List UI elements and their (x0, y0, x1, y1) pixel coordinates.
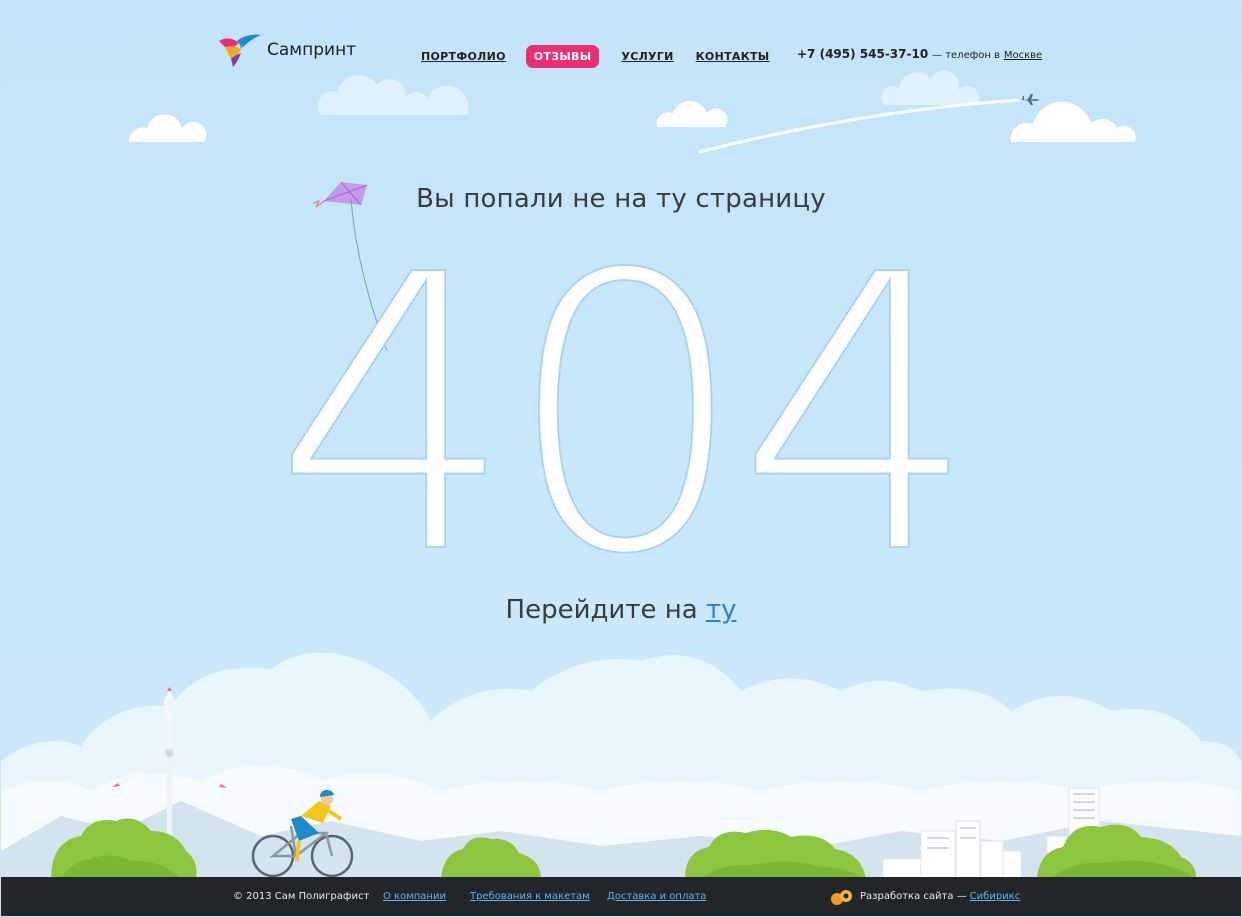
logo[interactable]: Сампринт (217, 31, 356, 69)
nav-reviews[interactable]: ОТЗЫВЫ (525, 45, 600, 68)
footer: © 2013 Сам Полиграфист О компании Требов… (1, 877, 1241, 916)
phone-number: +7 (495) 545-37-10 (797, 47, 929, 61)
city-buildings (882, 787, 1100, 880)
horizon-clouds (1, 652, 1241, 881)
nav-services[interactable]: УСЛУГИ (621, 50, 673, 63)
footer-link-delivery[interactable]: Доставка и оплата (607, 891, 706, 902)
nav-contacts[interactable]: КОНТАКТЫ (696, 50, 770, 63)
phone-caption: — телефон в (932, 50, 1000, 61)
sky-clouds-light (317, 70, 980, 115)
developer-credit: Разработка сайта — Сибирикс (828, 889, 1020, 905)
developer-link[interactable]: Сибирикс (970, 891, 1021, 902)
developer-prefix: Разработка сайта — (860, 891, 967, 902)
city-link[interactable]: Москве (1004, 50, 1042, 61)
error-code-text: 404 (273, 237, 968, 557)
sibirix-logo-icon (831, 889, 852, 905)
windmill-icon (112, 687, 227, 878)
bushes (51, 818, 1197, 879)
page-title: Вы попали не на ту страницу (416, 184, 826, 214)
footer-link-about[interactable]: О компании (383, 891, 446, 902)
bird-logo-icon (219, 34, 261, 67)
nav-portfolio[interactable]: ПОРТФОЛИО (421, 50, 506, 63)
error-code-graphic: 404 (272, 193, 979, 638)
sky-clouds (128, 100, 1136, 142)
error-code: 404 (1, 193, 1241, 638)
cyclist-icon (251, 789, 354, 878)
plane-icon (1021, 94, 1039, 105)
phone-block: +7 (495) 545-37-10 — телефон в Москве (797, 47, 1042, 61)
plane-trail (698, 98, 1020, 154)
page: Сампринт ПОРТФОЛИО ОТЗЫВЫ УСЛУГИ КОНТАКТ… (1, 1, 1241, 916)
redirect-line: Перейдите на ту (1, 595, 1241, 625)
footer-link-requirements[interactable]: Требования к макетам (470, 891, 590, 902)
copyright: © 2013 Сам Полиграфист (233, 891, 370, 902)
logo-text: Сампринт (267, 40, 357, 60)
main-nav: ПОРТФОЛИО ОТЗЫВЫ УСЛУГИ КОНТАКТЫ (421, 45, 791, 68)
redirect-prefix: Перейдите на (505, 595, 698, 625)
redirect-link[interactable]: ту (706, 595, 737, 625)
